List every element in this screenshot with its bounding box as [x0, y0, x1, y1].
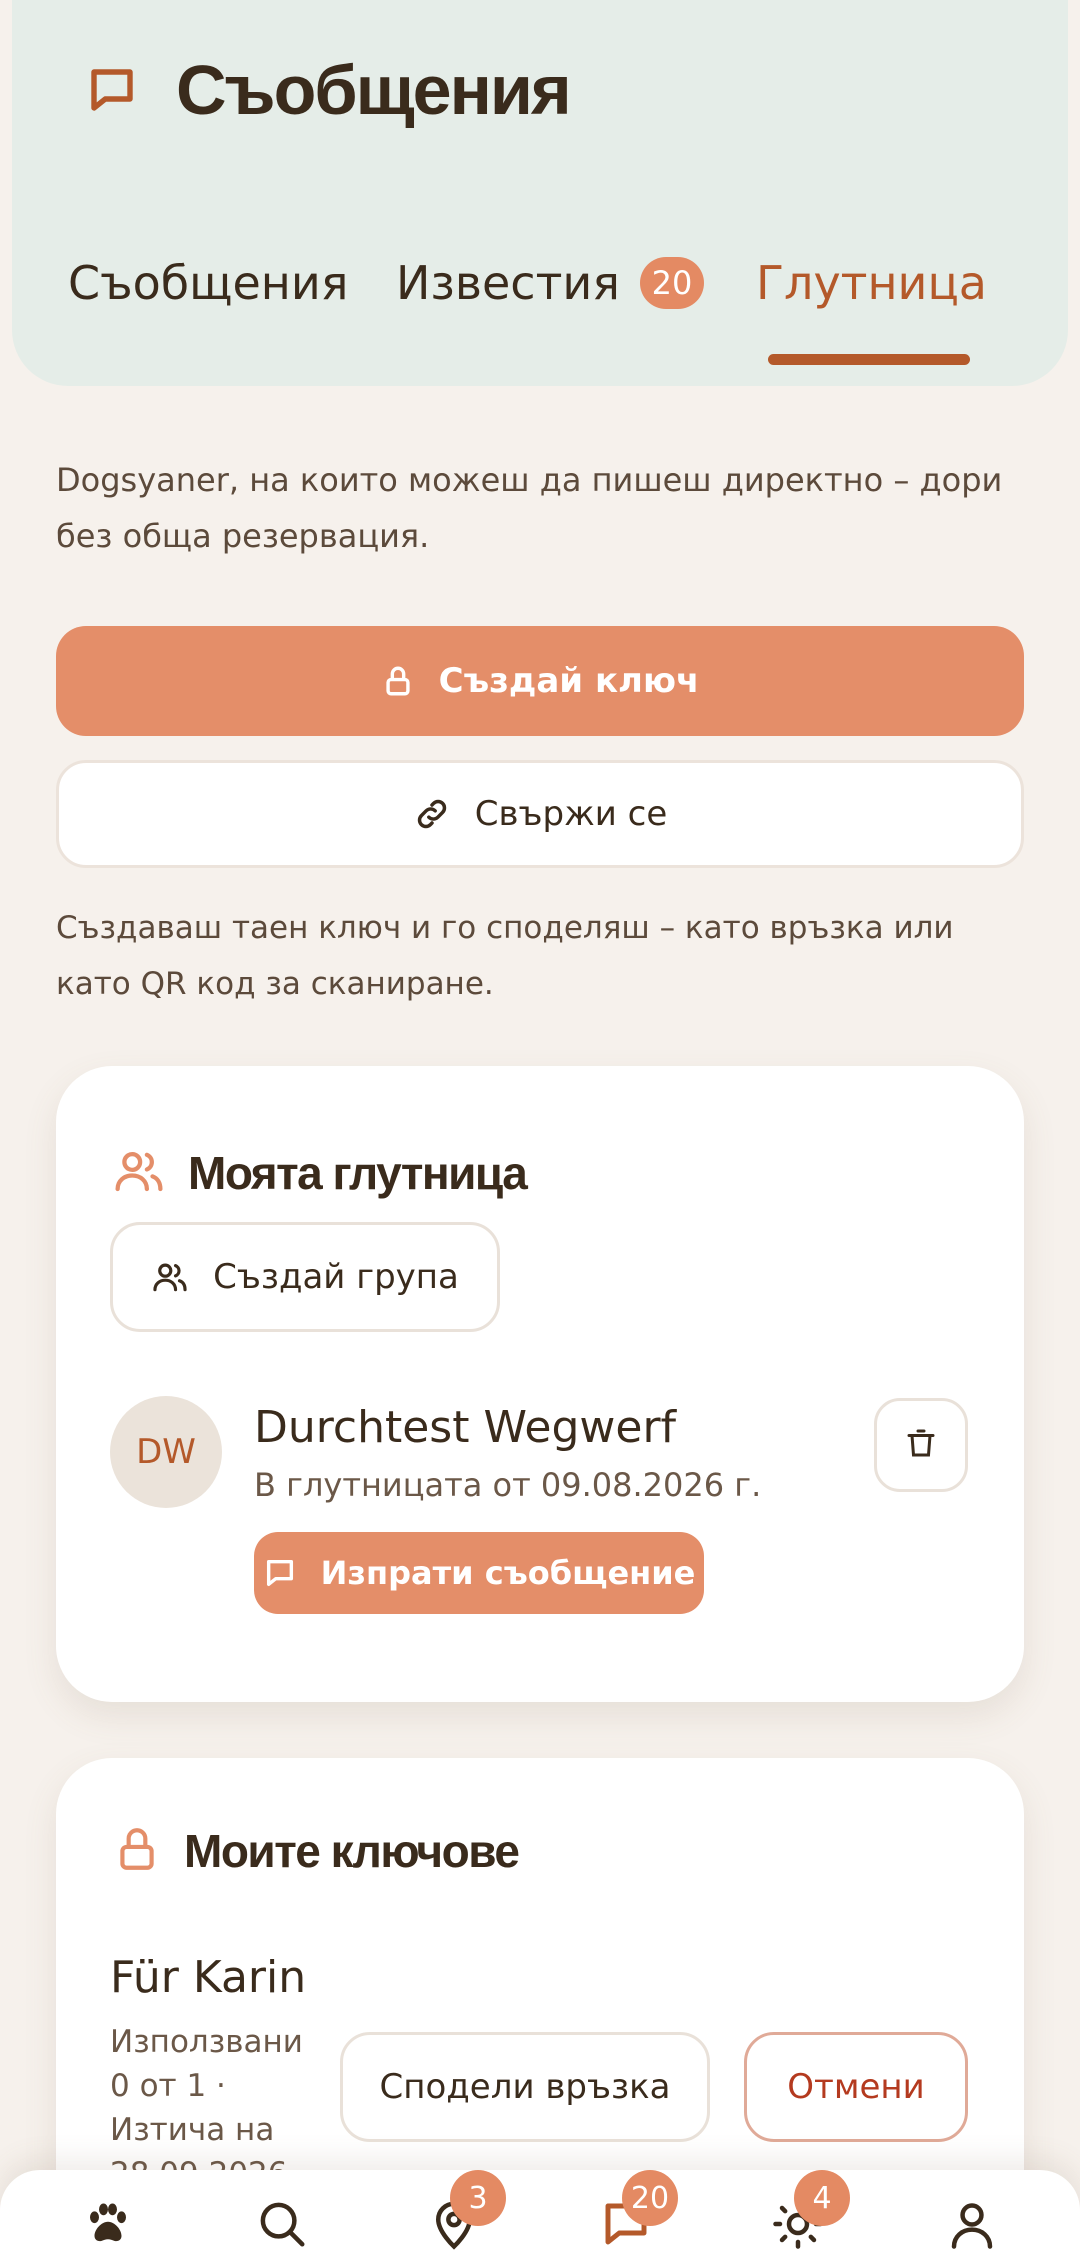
search-icon	[255, 2197, 309, 2255]
header: Съобщения Съобщения Известия 20 Глутница	[12, 0, 1068, 386]
tab-notifications-label: Известия	[396, 256, 620, 310]
users-icon	[151, 1258, 189, 1296]
nav-profile[interactable]	[942, 2196, 1002, 2256]
connect-button[interactable]: Свържи се	[56, 760, 1024, 868]
messages-badge: 20	[622, 2170, 678, 2226]
cancel-key-button[interactable]: Отмени	[744, 2032, 968, 2142]
my-pack-card: Моята глутница Създай група DW Durchtest…	[56, 1066, 1024, 1702]
profile-icon	[945, 2197, 999, 2255]
nav-map[interactable]: 3	[424, 2170, 506, 2256]
key-name: Für Karin	[110, 1952, 307, 2003]
paw-icon	[81, 2197, 135, 2255]
page-title-row: Съобщения	[72, 50, 572, 130]
create-key-button[interactable]: Създай ключ	[56, 626, 1024, 736]
share-link-label: Сподели връзка	[379, 2067, 671, 2107]
bottom-nav: 3 20 4	[0, 2170, 1080, 2268]
nav-home[interactable]	[78, 2196, 138, 2256]
send-message-label: Изпрати съобщение	[320, 1554, 696, 1592]
lock-icon	[381, 664, 415, 698]
nav-search[interactable]	[252, 2196, 312, 2256]
intro-text: Dogsyaner, на които можеш да пишеш дирек…	[56, 461, 1003, 555]
tab-messages-label: Съобщения	[68, 256, 349, 310]
nav-messages[interactable]: 20	[596, 2170, 678, 2256]
send-message-button[interactable]: Изпрати съобщение	[254, 1532, 704, 1614]
my-pack-title: Моята глутница	[188, 1147, 528, 1199]
delete-member-button[interactable]	[874, 1398, 968, 1492]
tab-messages[interactable]: Съобщения	[68, 256, 348, 310]
tab-notifications[interactable]: Известия 20	[396, 256, 704, 310]
member-name: Durchtest Wegwerf	[254, 1402, 677, 1453]
create-group-label: Създай група	[213, 1257, 459, 1297]
link-icon	[413, 795, 451, 833]
member-since: В глутницата от 09.08.2026 г.	[254, 1466, 762, 1504]
page-title: Съобщения	[176, 51, 572, 129]
help-text: Създаваш таен ключ и го споделяш – като …	[56, 910, 954, 1002]
create-key-label: Създай ключ	[438, 661, 700, 701]
lock-icon	[112, 1824, 162, 1878]
chat-bubble-icon	[72, 50, 152, 130]
tab-pack[interactable]: Глутница	[756, 256, 987, 310]
my-pack-header: Моята глутница	[112, 1144, 528, 1202]
active-tab-indicator	[768, 354, 970, 365]
my-keys-title: Моите ключове	[184, 1825, 520, 1877]
map-badge: 3	[450, 2170, 506, 2226]
tab-pack-label: Глутница	[756, 256, 987, 310]
chat-bubble-icon	[263, 1556, 297, 1590]
my-keys-header: Моите ключове	[112, 1824, 520, 1878]
share-link-button[interactable]: Сподели връзка	[340, 2032, 710, 2142]
trash-icon	[903, 1425, 939, 1465]
cancel-key-label: Отмени	[787, 2067, 925, 2107]
nav-activity[interactable]: 4	[768, 2170, 850, 2256]
users-icon	[112, 1144, 166, 1202]
notifications-count-badge: 20	[639, 257, 704, 309]
connect-label: Свържи се	[474, 794, 668, 834]
activity-badge: 4	[794, 2170, 850, 2226]
create-group-button[interactable]: Създай група	[110, 1222, 500, 1332]
avatar: DW	[110, 1396, 222, 1508]
